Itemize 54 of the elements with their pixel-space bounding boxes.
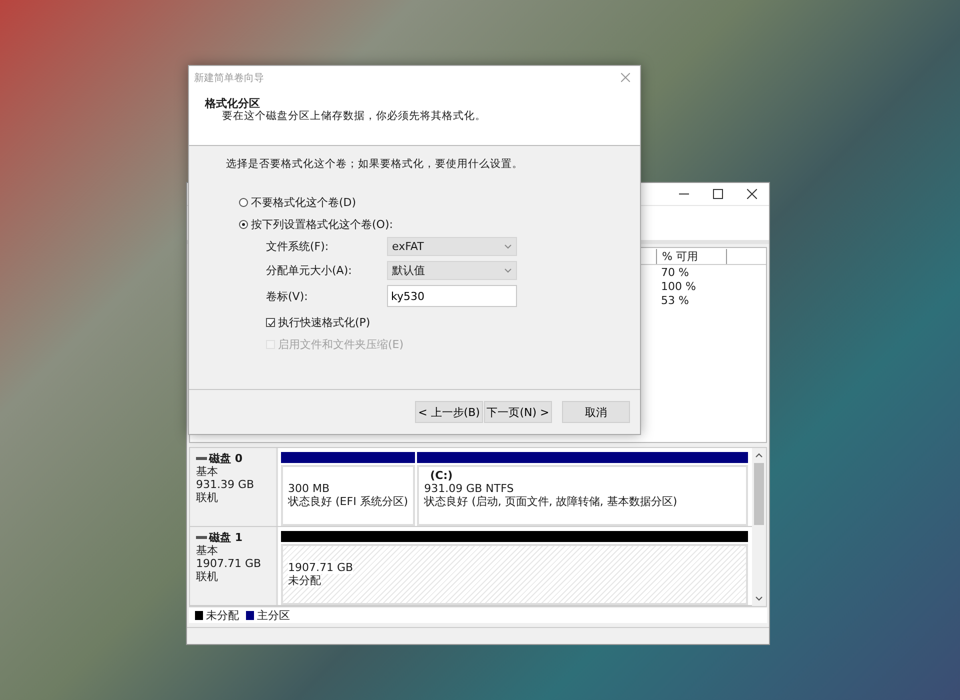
disk-name: 磁盘 1 xyxy=(209,531,242,544)
legend-label: 未分配 xyxy=(206,608,239,623)
radio-label[interactable]: 不要格式化这个卷(D) xyxy=(251,194,356,210)
column-header[interactable]: % 可用 xyxy=(656,248,726,264)
partition-size: 931.09 GB NTFS xyxy=(424,482,515,495)
partition-size: 300 MB xyxy=(288,482,331,495)
field-label: 文件系统(F): xyxy=(266,239,330,254)
partition-status: 状态良好 (EFI 系统分区) xyxy=(288,495,408,508)
close-icon xyxy=(747,189,757,199)
chevron-down-icon xyxy=(504,267,512,274)
instruction-text: 选择是否要格式化这个卷；如果要格式化，要使用什么设置。 xyxy=(226,157,524,171)
maximize-icon xyxy=(713,189,723,199)
partition-status: 状态良好 (启动, 页面文件, 故障转储, 基本数据分区) xyxy=(424,495,678,508)
partition-block[interactable]: 1907.71 GB 未分配 xyxy=(281,544,748,605)
checkbox[interactable] xyxy=(266,318,275,326)
partition-block[interactable]: (C:) 931.09 GB NTFS 状态良好 (启动, 页面文件, 故障转储, 基本数据分区) xyxy=(417,465,748,526)
disk-type: 基本 xyxy=(196,544,219,557)
table-cell-text: 100 % xyxy=(660,280,697,292)
disk-info-panel[interactable]: 磁盘 0 基本 931.39 GB 联机 xyxy=(190,448,278,526)
field-label: 分配单元大小(A): xyxy=(266,263,353,278)
field-label: 卷标(V): xyxy=(266,288,309,304)
disk-status: 联机 xyxy=(196,491,219,504)
cancel-button[interactable]: 取消 xyxy=(562,401,630,423)
legend-label: 主分区 xyxy=(257,608,290,623)
close-icon xyxy=(620,73,630,82)
disk-size: 1907.71 GB xyxy=(196,557,262,570)
scroll-down-icon xyxy=(755,595,763,602)
scroll-thumb[interactable] xyxy=(754,463,764,525)
table-cell-text: 70 % xyxy=(660,266,690,278)
disk-status: 联机 xyxy=(196,570,219,583)
dropdown[interactable]: exFAT xyxy=(387,237,517,256)
disk-type: 基本 xyxy=(196,465,219,478)
back-button[interactable]: < 上一步(B) xyxy=(415,401,483,423)
dropdown[interactable]: 默认值 xyxy=(387,261,517,280)
radio-label[interactable]: 按下列设置格式化这个卷(O): xyxy=(251,216,393,232)
radio-button[interactable] xyxy=(239,198,248,206)
disk-name: 磁盘 0 xyxy=(209,452,242,465)
input-field[interactable]: ky530 xyxy=(387,285,517,307)
table-cell-text: 53 % xyxy=(660,294,690,306)
scroll-up-icon xyxy=(755,452,763,459)
partition-label: (C:) xyxy=(429,469,454,482)
dialog-subheading: 要在这个磁盘分区上储存数据，你必须先将其格式化。 xyxy=(221,110,487,123)
chevron-down-icon xyxy=(504,243,512,250)
scrollbar[interactable] xyxy=(752,448,766,606)
next-button[interactable]: 下一页(N) > xyxy=(484,401,552,423)
disk-size: 931.39 GB xyxy=(196,478,256,491)
dialog-heading: 格式化分区 xyxy=(205,97,261,110)
radio-button[interactable] xyxy=(239,220,248,228)
checkbox-label[interactable]: 执行快速格式化(P) xyxy=(278,314,370,330)
partition-status: 未分配 xyxy=(288,574,321,587)
window-title: 新建简单卷向导 xyxy=(194,72,264,84)
partition-block[interactable]: 300 MB 状态良好 (EFI 系统分区) xyxy=(281,465,416,526)
disk-info-panel[interactable]: 磁盘 1 基本 1907.71 GB 联机 xyxy=(190,527,278,605)
partition-size: 1907.71 GB xyxy=(288,561,354,574)
